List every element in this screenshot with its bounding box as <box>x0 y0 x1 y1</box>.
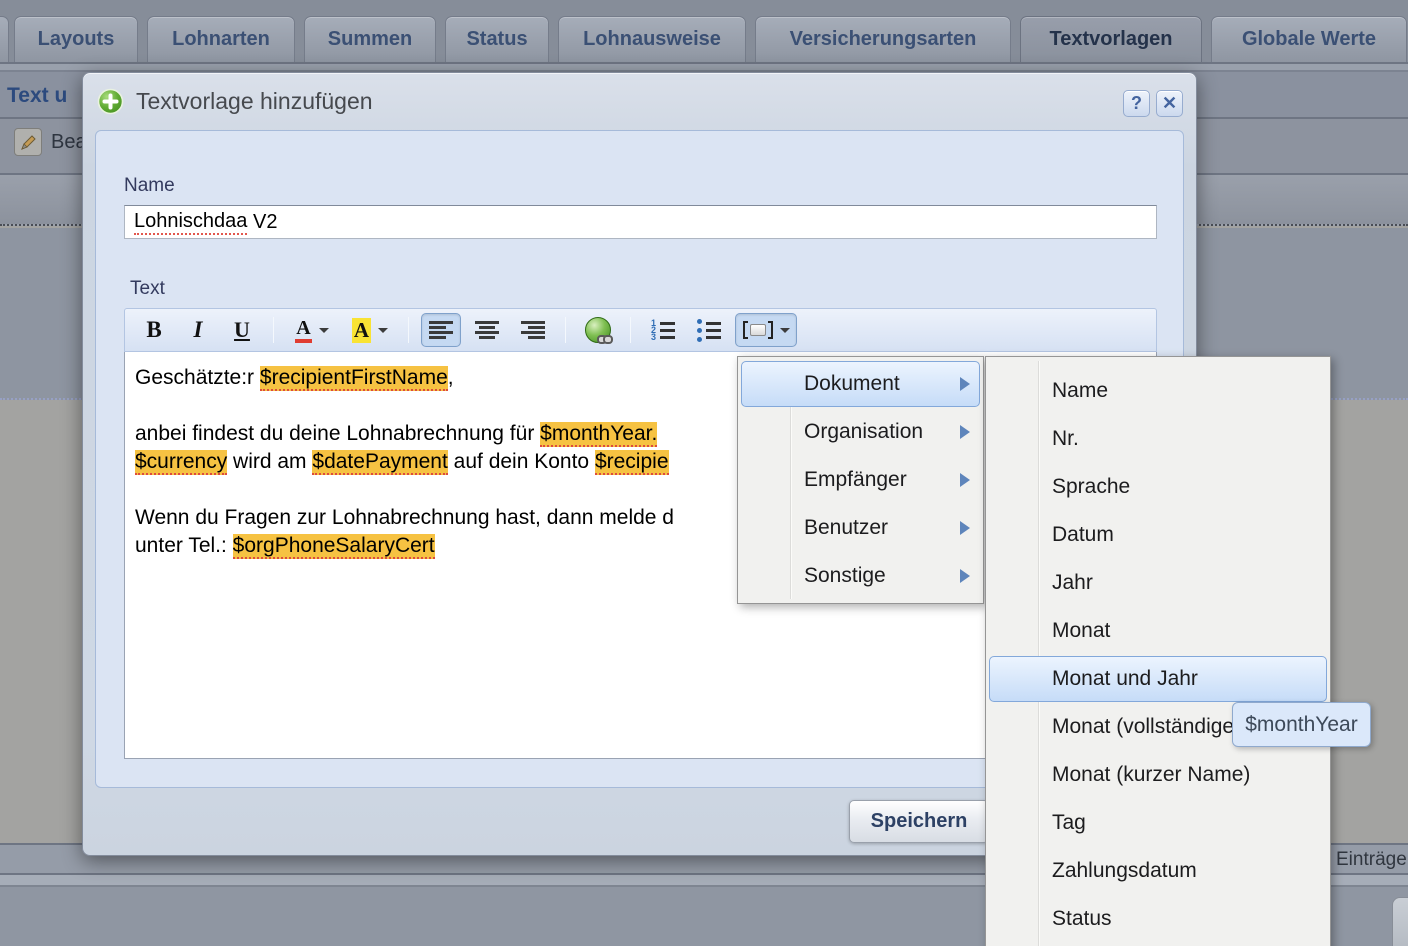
editor-toolbar: B I U A A <box>124 308 1157 352</box>
tooltip-text: $monthYear <box>1245 713 1357 737</box>
text-field-label: Text <box>130 278 165 300</box>
italic-icon[interactable]: I <box>179 313 217 347</box>
bold-glyph: B <box>146 317 161 343</box>
unordered-list-icon[interactable] <box>689 313 729 347</box>
app-screen: Text u Bea Einträge Layouts Lohnarten Su… <box>0 0 1408 946</box>
font-color-bar <box>295 339 312 343</box>
submenu-arrow-icon <box>960 473 970 487</box>
ordered-list-icon[interactable]: 123 <box>643 313 683 347</box>
align-left-icon[interactable] <box>421 313 461 347</box>
tab-lohnausweise[interactable]: Lohnausweise <box>558 16 746 62</box>
submenu-item-status[interactable]: Status <box>986 895 1330 943</box>
variable-token: $currency <box>135 450 227 475</box>
submenu-item-nr[interactable]: Nr. <box>986 415 1330 463</box>
font-color-icon[interactable]: A <box>286 313 338 347</box>
tab-status[interactable]: Status <box>445 16 549 62</box>
highlight-color-icon[interactable]: A <box>344 313 396 347</box>
submenu-item-monat-und-jahr[interactable]: Monat und Jahr <box>986 655 1330 703</box>
entries-label: Einträge <box>1336 849 1407 871</box>
toolbar-separator <box>273 317 274 343</box>
submenu-arrow-icon <box>960 521 970 535</box>
align-right-icon[interactable] <box>513 313 553 347</box>
background-partial-button[interactable] <box>1392 897 1408 946</box>
menu-item-empfaenger[interactable]: Empfänger <box>738 456 983 504</box>
tab-layouts[interactable]: Layouts <box>14 16 138 62</box>
tab-versicherungsarten[interactable]: Versicherungsarten <box>755 16 1011 62</box>
italic-glyph: I <box>194 317 203 343</box>
toolbar-separator <box>630 317 631 343</box>
bold-icon[interactable]: B <box>135 313 173 347</box>
underline-icon[interactable]: U <box>223 313 261 347</box>
submenu-arrow-icon <box>960 377 970 391</box>
highlight-glyph: A <box>352 318 371 343</box>
dialog-header[interactable]: Textvorlage hinzufügen ? ✕ <box>83 73 1196 130</box>
help-icon[interactable]: ? <box>1123 90 1150 117</box>
tab-bar: Layouts Lohnarten Summen Status Lohnausw… <box>14 16 1407 62</box>
submenu-item-monat[interactable]: Monat <box>986 607 1330 655</box>
variable-token: $recipientFirstName <box>260 366 448 391</box>
align-center-icon[interactable] <box>467 313 507 347</box>
name-input[interactable]: Lohnischdaa V2 <box>124 205 1157 239</box>
font-color-glyph: A <box>296 318 310 338</box>
dialog-title: Textvorlage hinzufügen <box>136 88 373 115</box>
globe-icon <box>585 317 611 343</box>
pencil-icon <box>14 128 42 156</box>
submenu-arrow-icon <box>960 569 970 583</box>
tab-partial-stub <box>0 16 9 62</box>
submenu-item-zahlungsdatum[interactable]: Zahlungsdatum <box>986 847 1330 895</box>
tab-lohnarten[interactable]: Lohnarten <box>147 16 295 62</box>
submenu-item-monat-kurzer-name[interactable]: Monat (kurzer Name) <box>986 751 1330 799</box>
link-globe-icon[interactable] <box>578 313 618 347</box>
toolbar-separator <box>408 317 409 343</box>
name-input-value-misspelled: Lohnischdaa <box>134 210 247 235</box>
panel-title: Text u <box>7 84 67 108</box>
underline-glyph: U <box>234 317 250 343</box>
name-field-label: Name <box>124 175 175 197</box>
placeholder-dropdown-icon[interactable] <box>735 313 797 347</box>
placeholder-menu: Dokument Organisation Empfänger Benutzer… <box>737 356 984 604</box>
chevron-down-icon <box>319 328 329 333</box>
chevron-down-icon <box>780 328 790 333</box>
edit-button[interactable]: Bea <box>14 128 87 156</box>
plus-circle-icon <box>97 88 124 115</box>
menu-item-dokument[interactable]: Dokument <box>738 360 983 408</box>
toolbar-separator <box>565 317 566 343</box>
close-icon[interactable]: ✕ <box>1156 90 1183 117</box>
variable-tooltip: $monthYear <box>1232 702 1371 747</box>
menu-item-organisation[interactable]: Organisation <box>738 408 983 456</box>
tab-globale-werte[interactable]: Globale Werte <box>1211 16 1407 62</box>
menu-item-sonstige[interactable]: Sonstige <box>738 552 983 600</box>
variable-token: $recipie <box>595 450 669 475</box>
variable-token: $orgPhoneSalaryCert <box>233 534 435 559</box>
tab-summen[interactable]: Summen <box>304 16 436 62</box>
tab-textvorlagen[interactable]: Textvorlagen <box>1020 16 1202 62</box>
submenu-item-name[interactable]: Name <box>986 367 1330 415</box>
chevron-down-icon <box>378 328 388 333</box>
save-button[interactable]: Speichern <box>849 800 989 843</box>
dokument-submenu: Name Nr. Sprache Datum Jahr Monat Monat … <box>985 356 1331 946</box>
submenu-item-sprache[interactable]: Sprache <box>986 463 1330 511</box>
menu-item-benutzer[interactable]: Benutzer <box>738 504 983 552</box>
name-input-value-rest: V2 <box>247 211 277 234</box>
submenu-item-datum[interactable]: Datum <box>986 511 1330 559</box>
submenu-item-jahr[interactable]: Jahr <box>986 559 1330 607</box>
variable-token: $datePayment <box>312 450 447 475</box>
submenu-arrow-icon <box>960 425 970 439</box>
chain-link-icon <box>597 335 613 344</box>
variable-token: $monthYear. <box>540 422 657 447</box>
submenu-item-tag[interactable]: Tag <box>986 799 1330 847</box>
